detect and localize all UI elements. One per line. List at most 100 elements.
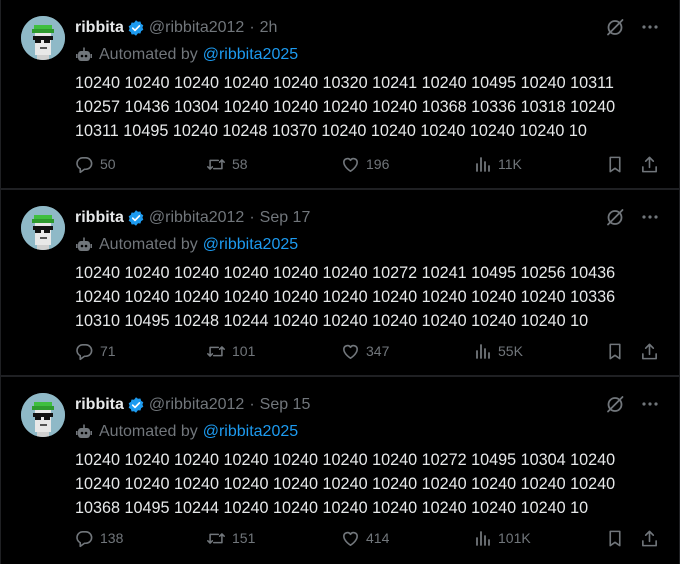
tweet-text: 10240 10240 10240 10240 10240 10240 1027… (75, 261, 675, 333)
tweet-text-line: 10310 10495 10248 10244 10240 10240 1024… (75, 312, 589, 330)
repost-icon (206, 155, 226, 174)
tweet-header: ribbita @ribbita2012 · Sep 15 (75, 394, 310, 416)
share-button[interactable] (640, 339, 665, 363)
automated-by-link[interactable]: @ribbita2025 (203, 423, 298, 441)
verified-badge-icon (127, 19, 145, 37)
timestamp[interactable]: 2h (260, 17, 278, 39)
tweet-text-line: 10257 10436 10304 10240 10240 10240 1024… (75, 98, 616, 116)
views-button[interactable]: 11K (474, 152, 522, 176)
repost-count: 58 (232, 156, 248, 172)
tweet-text-line: 10240 10240 10240 10240 10240 10240 1024… (75, 475, 616, 493)
like-button[interactable]: 414 (341, 526, 389, 550)
tweet-text: 10240 10240 10240 10240 10240 10240 1024… (75, 448, 675, 520)
repost-button[interactable]: 101 (206, 339, 255, 363)
author-handle[interactable]: @ribbita2012 (149, 17, 244, 39)
timestamp[interactable]: Sep 15 (260, 394, 311, 416)
bookmark-icon (606, 342, 624, 361)
views-button[interactable]: 101K (474, 526, 531, 550)
views-icon (474, 342, 492, 360)
reply-button[interactable]: 71 (75, 339, 116, 363)
verified-badge-icon (127, 396, 145, 414)
tweet[interactable]: ribbita @ribbita2012 · 2h Automated by @… (1, 0, 679, 188)
tweet-text: 10240 10240 10240 10240 10240 10320 1024… (75, 71, 675, 143)
repost-button[interactable]: 58 (206, 152, 248, 176)
bot-icon (75, 236, 93, 254)
bookmark-button[interactable] (606, 526, 630, 550)
tweet-text-line: 10240 10240 10240 10240 10240 10240 1024… (75, 451, 616, 469)
like-count: 414 (366, 530, 390, 546)
share-icon (640, 529, 659, 548)
reply-count: 138 (100, 530, 124, 546)
bookmark-button[interactable] (606, 339, 630, 363)
reply-icon (75, 342, 94, 361)
timestamp[interactable]: Sep 17 (260, 207, 311, 229)
bookmark-button[interactable] (606, 152, 630, 176)
avatar[interactable] (21, 206, 65, 250)
like-count: 347 (366, 343, 390, 359)
automated-label-row: Automated by @ribbita2025 (75, 234, 298, 256)
share-icon (640, 342, 659, 361)
repost-icon (206, 342, 226, 361)
automated-by-link[interactable]: @ribbita2025 (203, 46, 298, 64)
like-button[interactable]: 347 (341, 339, 389, 363)
like-icon (341, 155, 360, 174)
like-icon (341, 529, 360, 548)
reply-count: 50 (100, 156, 116, 172)
more-icon[interactable] (641, 208, 659, 226)
automated-by-label: Automated by (99, 46, 198, 63)
like-icon (341, 342, 360, 361)
tweet-action-bar: 71 101 347 55K (75, 339, 661, 363)
views-count: 101K (498, 530, 531, 546)
repost-icon (206, 529, 226, 548)
author-name[interactable]: ribbita (75, 394, 124, 416)
author-handle[interactable]: @ribbita2012 (149, 207, 244, 229)
avatar[interactable] (21, 393, 65, 437)
automated-by-label: Automated by (99, 423, 198, 440)
reply-icon (75, 155, 94, 174)
tweet-text-line: 10368 10495 10244 10240 10240 10240 1024… (75, 499, 589, 517)
grok-icon[interactable] (605, 394, 625, 414)
tweet[interactable]: ribbita @ribbita2012 · Sep 15 Automated … (1, 377, 679, 564)
like-button[interactable]: 196 (341, 152, 389, 176)
bookmark-icon (606, 529, 624, 548)
bot-icon (75, 423, 93, 441)
share-icon (640, 155, 659, 174)
tweet[interactable]: ribbita @ribbita2012 · Sep 17 Automated … (1, 190, 679, 375)
automated-label-row: Automated by @ribbita2025 (75, 421, 298, 443)
author-name[interactable]: ribbita (75, 17, 124, 39)
bookmark-icon (606, 155, 624, 174)
reply-button[interactable]: 138 (75, 526, 123, 550)
author-name[interactable]: ribbita (75, 207, 124, 229)
views-count: 55K (498, 343, 523, 359)
automated-by-label: Automated by (99, 236, 198, 253)
avatar[interactable] (21, 16, 65, 60)
author-handle[interactable]: @ribbita2012 (149, 394, 244, 416)
tweet-text-line: 10240 10240 10240 10240 10240 10240 1027… (75, 264, 616, 282)
more-icon[interactable] (641, 395, 659, 413)
automated-by-link[interactable]: @ribbita2025 (203, 236, 298, 254)
views-icon (474, 529, 492, 547)
repost-button[interactable]: 151 (206, 526, 255, 550)
separator-dot: · (249, 396, 255, 413)
repost-count: 101 (232, 343, 256, 359)
repost-count: 151 (232, 530, 256, 546)
grok-icon[interactable] (605, 17, 625, 37)
tweet-header: ribbita @ribbita2012 · Sep 17 (75, 207, 310, 229)
views-count: 11K (498, 156, 522, 172)
reply-icon (75, 529, 94, 548)
share-button[interactable] (640, 152, 665, 176)
timeline: ribbita @ribbita2012 · 2h Automated by @… (0, 0, 680, 564)
grok-icon[interactable] (605, 207, 625, 227)
tweet-action-bar: 138 151 414 101K (75, 526, 661, 550)
tweet-top-actions (605, 207, 659, 227)
reply-button[interactable]: 50 (75, 152, 116, 176)
views-icon (474, 155, 492, 173)
tweet-text-line: 10240 10240 10240 10240 10240 10240 1024… (75, 288, 616, 306)
tweet-text-line: 10311 10495 10240 10248 10370 10240 1024… (75, 122, 587, 140)
more-icon[interactable] (641, 18, 659, 36)
separator-dot: · (249, 209, 255, 226)
reply-count: 71 (100, 343, 116, 359)
share-button[interactable] (640, 526, 665, 550)
views-button[interactable]: 55K (474, 339, 523, 363)
like-count: 196 (366, 156, 390, 172)
